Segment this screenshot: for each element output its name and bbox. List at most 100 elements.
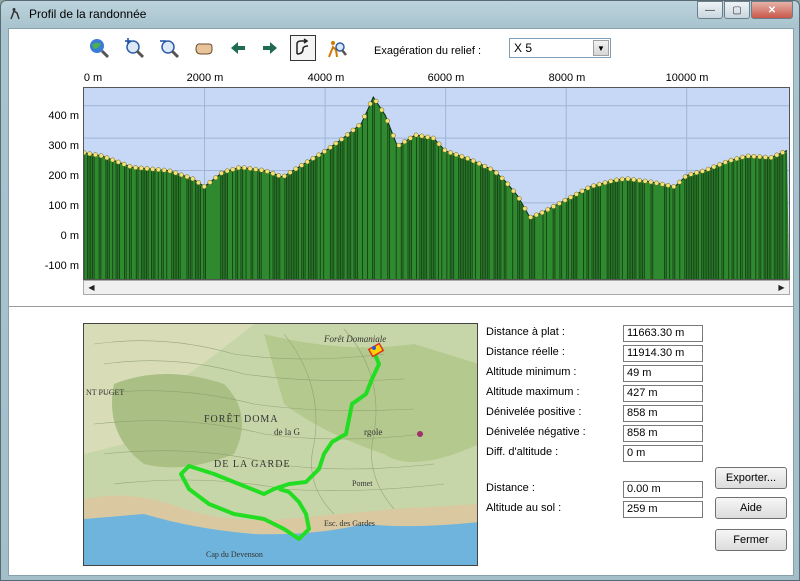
profile-point — [293, 166, 299, 172]
profile-point — [493, 170, 499, 176]
profile-point — [677, 179, 682, 185]
stat-label: Distance réelle : — [486, 346, 565, 358]
profile-window: Profil de la randonnée — ▢ ✕ Exagération… — [0, 0, 800, 581]
profile-point — [379, 107, 385, 113]
profile-point — [568, 194, 574, 200]
profile-point — [699, 168, 705, 174]
profile-point — [533, 212, 539, 218]
maximize-button[interactable]: ▢ — [724, 1, 750, 19]
profile-path-icon[interactable] — [290, 35, 316, 61]
close-window-button[interactable]: ✕ — [751, 1, 793, 19]
profile-point — [711, 164, 717, 170]
x-tick-label: 0 m — [83, 72, 103, 84]
map-label: Pomet — [352, 479, 373, 488]
profile-point — [133, 165, 138, 171]
profile-point — [631, 177, 637, 183]
profile-point — [362, 114, 368, 119]
profile-point — [470, 158, 476, 164]
profile-point — [488, 166, 494, 172]
export-button[interactable]: Exporter... — [715, 467, 787, 489]
min-altitude-value: 49 m — [623, 365, 703, 382]
profile-point — [448, 150, 453, 156]
profile-point — [505, 181, 511, 187]
arrow-right-icon[interactable] — [257, 35, 283, 61]
chevron-down-icon[interactable]: ▼ — [593, 40, 609, 56]
profile-point — [556, 200, 562, 206]
window-title: Profil de la randonnée — [29, 7, 147, 21]
y-tick-label: -100 m — [44, 260, 79, 272]
map-label: FORÊT DOMA — [204, 414, 279, 425]
title-bar[interactable]: Profil de la randonnée — ▢ ✕ — [1, 1, 799, 27]
stat-label: Distance à plat : — [486, 326, 565, 338]
profile-point — [608, 178, 614, 184]
profile-point — [453, 152, 459, 158]
negative-elevation-value: 858 m — [623, 425, 703, 442]
cursor-distance-value: 0.00 m — [623, 481, 703, 498]
minimize-button[interactable]: — — [697, 1, 723, 19]
max-altitude-value: 427 m — [623, 385, 703, 402]
profile-point — [339, 136, 345, 142]
profile-point — [780, 150, 786, 155]
profile-point — [482, 163, 488, 169]
profile-point — [768, 155, 774, 161]
x-tick-label: 8000 m — [548, 72, 586, 84]
help-button[interactable]: Aide — [715, 497, 787, 519]
profile-point — [201, 184, 207, 189]
profile-point — [694, 170, 700, 176]
arrow-left-icon[interactable] — [225, 35, 251, 61]
profile-point — [304, 159, 310, 165]
profile-point — [224, 168, 230, 174]
relief-exaggeration-select[interactable]: X 5 ▼ — [509, 38, 611, 58]
toolbar: Exagération du relief : X 5 ▼ — [9, 29, 793, 69]
profile-point — [745, 153, 751, 159]
globe-zoom-icon[interactable] — [86, 35, 112, 61]
profile-point — [236, 165, 242, 171]
scroll-right-icon[interactable]: ▶ — [774, 281, 789, 294]
profile-point — [207, 179, 213, 185]
cursor-label: Distance : — [486, 482, 535, 494]
profile-point — [585, 185, 591, 191]
profile-point — [596, 181, 602, 187]
chart-scrollbar[interactable]: ◀ ▶ — [83, 280, 790, 295]
profile-point — [425, 134, 431, 140]
profile-point — [81, 150, 87, 156]
real-distance-value: 11914.30 m — [623, 345, 703, 362]
profile-point — [327, 145, 333, 150]
profile-point — [161, 167, 167, 173]
profile-point — [93, 152, 98, 158]
profile-point — [522, 206, 528, 211]
stat-label: Dénivelée positive : — [486, 406, 582, 418]
profile-point — [751, 153, 757, 159]
elevation-profile-chart[interactable] — [81, 87, 790, 280]
profile-point — [155, 167, 161, 173]
x-tick-label: 4000 m — [307, 72, 345, 84]
profile-point — [539, 210, 545, 216]
profile-point — [682, 174, 688, 180]
profile-point — [413, 132, 419, 138]
relief-label: Exagération du relief : — [374, 45, 482, 57]
profile-point — [173, 170, 179, 176]
x-tick-label: 6000 m — [427, 72, 465, 84]
profile-point — [310, 155, 316, 161]
profile-point — [659, 181, 665, 187]
y-tick-label: 200 m — [48, 170, 79, 182]
altitude-diff-value: 0 m — [623, 445, 703, 462]
profile-point — [316, 152, 322, 158]
y-tick-label: 300 m — [48, 140, 79, 152]
profile-point — [373, 98, 379, 104]
profile-point — [121, 161, 127, 167]
profile-point — [476, 161, 482, 167]
walker-zoom-icon[interactable] — [323, 35, 349, 61]
stat-label: Altitude minimum : — [486, 366, 577, 378]
scroll-left-icon[interactable]: ◀ — [84, 281, 99, 294]
profile-point — [213, 175, 219, 181]
profile-point — [385, 118, 390, 124]
zoom-out-icon[interactable] — [156, 35, 182, 61]
profile-point — [499, 175, 505, 181]
profile-point — [241, 165, 247, 171]
hand-pan-icon[interactable] — [191, 35, 217, 61]
zoom-in-icon[interactable] — [121, 35, 147, 61]
close-button[interactable]: Fermer — [715, 529, 787, 551]
profile-point — [762, 154, 768, 160]
route-map[interactable]: Forêt Domaniale FORÊT DOMA de la G rgole… — [83, 323, 478, 566]
